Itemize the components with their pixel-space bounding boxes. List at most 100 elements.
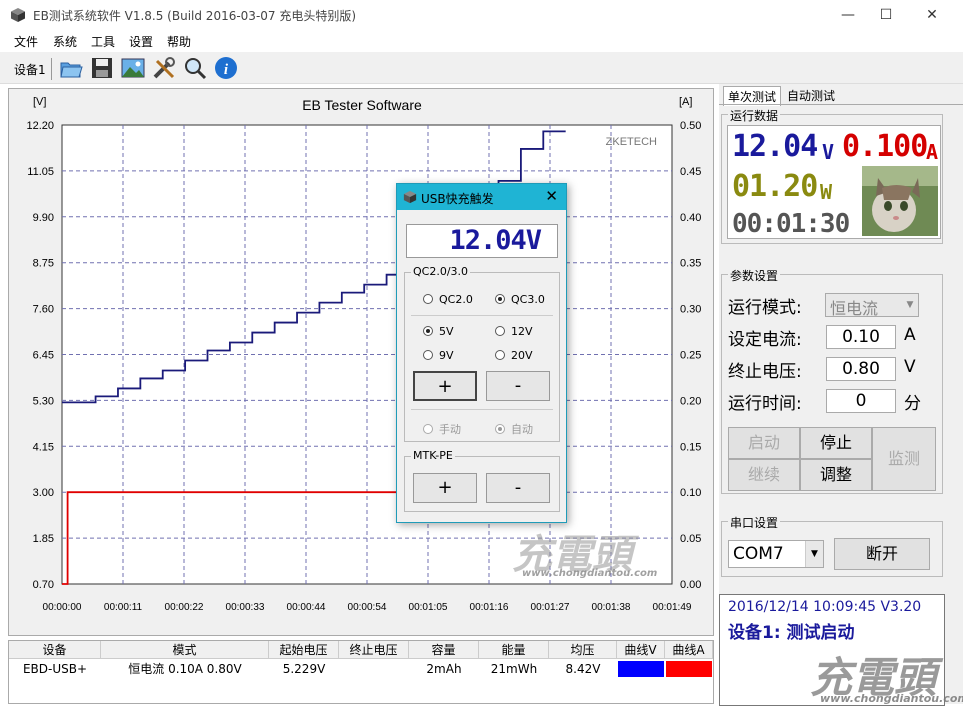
y-right-tick-label: 0.35	[680, 258, 701, 270]
device-tab[interactable]: 设备1	[14, 61, 46, 78]
current-readout: 0.100	[842, 129, 928, 164]
radio-label: 20V	[511, 349, 533, 362]
run-data-label: 运行数据	[728, 107, 781, 124]
disconnect-button[interactable]: 断开	[834, 538, 930, 570]
menu-file[interactable]: 文件	[14, 33, 38, 50]
set-current-field[interactable]: 0.10	[826, 325, 896, 349]
search-icon[interactable]	[182, 55, 208, 81]
x-tick-label: 00:01:38	[592, 602, 631, 613]
chart-title: EB Tester Software	[302, 97, 422, 113]
tab-auto-test[interactable]: 自动测试	[783, 86, 840, 105]
y-left-tick-label: 4.15	[33, 441, 54, 453]
set-current-label: 设定电流:	[728, 330, 802, 350]
radio-checked-icon	[423, 326, 433, 336]
radio-label: 5V	[439, 325, 454, 338]
mode-select[interactable]: 恒电流 ▼	[825, 293, 919, 318]
radio-12v[interactable]: 12V	[495, 325, 533, 338]
radio-label: 手动	[439, 423, 461, 436]
toolbar: 设备1 i	[0, 52, 963, 84]
serial-group: 串口设置 COM7 ▼ 断开	[721, 514, 943, 577]
radio-icon	[423, 424, 433, 434]
radio-icon	[495, 350, 505, 360]
start-button[interactable]: 启动	[728, 427, 800, 459]
mtk-plus-button[interactable]: +	[413, 473, 477, 503]
radio-20v[interactable]: 20V	[495, 349, 533, 362]
radio-5v[interactable]: 5V	[423, 325, 454, 338]
y-right-tick-label: 0.10	[680, 487, 701, 499]
y-right-tick-label: 0.20	[680, 395, 701, 407]
cell-capacity: 2mAh	[426, 662, 462, 676]
mtk-group: MTK-PE + -	[404, 449, 560, 512]
radio-checked-icon	[495, 424, 505, 434]
qc-group: QC2.0/3.0 QC2.0 QC3.0 5V 12V 9V 20V + - …	[404, 265, 560, 442]
watermark-url: www.chongdiantou.com	[522, 568, 658, 579]
y-right-tick-label: 0.30	[680, 304, 701, 316]
dialog-titlebar[interactable]: USB快充触发 ✕	[397, 184, 566, 210]
tools-icon[interactable]	[151, 55, 177, 81]
picture-icon[interactable]	[120, 55, 146, 81]
qc-plus-button[interactable]: +	[413, 371, 477, 401]
radio-manual[interactable]: 手动	[423, 421, 461, 437]
save-icon[interactable]	[89, 55, 115, 81]
mtk-group-label: MTK-PE	[411, 449, 455, 462]
log-line-1: 2016/12/14 10:09:45 V3.20	[728, 599, 922, 615]
run-time-field[interactable]: 0	[826, 389, 896, 413]
log-line-2: 设备1: 测试启动	[728, 623, 855, 643]
cell-stop-voltage	[339, 660, 409, 678]
radio-icon	[495, 326, 505, 336]
y-right-tick-label: 0.40	[680, 212, 701, 224]
toolbar-divider	[51, 58, 52, 80]
y-left-tick-label: 0.70	[33, 579, 54, 591]
x-tick-label: 00:01:16	[470, 602, 509, 613]
stop-voltage-field[interactable]: 0.80	[826, 357, 896, 381]
info-icon[interactable]: i	[213, 55, 239, 81]
mode-label: 运行模式:	[728, 298, 802, 318]
run-data-group: 运行数据 12.04 V 0.100 A 01.20 W 00:01:30	[721, 107, 943, 244]
radio-label: 自动	[511, 423, 533, 436]
chevron-down-icon: ▼	[805, 541, 823, 567]
cat-photo	[862, 166, 938, 236]
cube-icon	[11, 8, 25, 22]
com-port-value: COM7	[733, 544, 784, 564]
curve-a-swatch[interactable]	[666, 661, 712, 677]
time-readout: 00:01:30	[732, 209, 850, 239]
divider	[411, 315, 553, 316]
y-right-tick-label: 0.45	[680, 166, 701, 178]
radio-icon	[423, 294, 433, 304]
menu-bar: 文件 系统 工具 设置 帮助	[0, 30, 963, 52]
adjust-button[interactable]: 调整	[800, 459, 872, 491]
y-left-tick-label: 1.85	[33, 533, 54, 545]
cell-avg-voltage: 8.42V	[565, 662, 601, 676]
tab-divider	[719, 104, 963, 105]
x-tick-label: 00:00:44	[287, 602, 326, 613]
radio-label: 12V	[511, 325, 533, 338]
y-left-unit: [V]	[33, 96, 46, 108]
stop-button[interactable]: 停止	[800, 427, 872, 459]
menu-system[interactable]: 系统	[53, 33, 77, 50]
continue-button[interactable]: 继续	[728, 459, 800, 491]
th-device: 设备	[9, 641, 101, 659]
close-icon[interactable]: ✕	[545, 187, 558, 205]
tab-single-test[interactable]: 单次测试	[723, 86, 782, 106]
y-left-tick-label: 11.05	[27, 166, 54, 178]
cell-mode: 恒电流 0.10A 0.80V	[128, 662, 242, 676]
radio-auto[interactable]: 自动	[495, 421, 533, 437]
close-icon[interactable]: ✕	[909, 0, 955, 30]
curve-v-swatch[interactable]	[618, 661, 664, 677]
com-port-select[interactable]: COM7 ▼	[728, 540, 824, 568]
monitor-button[interactable]: 监测	[872, 427, 936, 491]
radio-qc20[interactable]: QC2.0	[423, 293, 473, 306]
qc-minus-button[interactable]: -	[486, 371, 550, 401]
menu-tools[interactable]: 工具	[91, 33, 115, 50]
maximize-icon[interactable]: ☐	[863, 0, 909, 30]
mtk-minus-button[interactable]: -	[486, 473, 550, 503]
radio-9v[interactable]: 9V	[423, 349, 454, 362]
params-group: 参数设置 运行模式: 恒电流 ▼ 设定电流: 0.10 A 终止电压: 0.80…	[721, 267, 943, 494]
radio-qc30[interactable]: QC3.0	[495, 293, 545, 306]
open-folder-icon[interactable]	[58, 55, 84, 81]
th-curve-a: 曲线A	[665, 641, 713, 659]
voltage-readout: 12.04	[732, 129, 818, 164]
menu-help[interactable]: 帮助	[167, 33, 191, 50]
menu-settings[interactable]: 设置	[129, 33, 153, 50]
set-current-unit: A	[904, 325, 916, 345]
